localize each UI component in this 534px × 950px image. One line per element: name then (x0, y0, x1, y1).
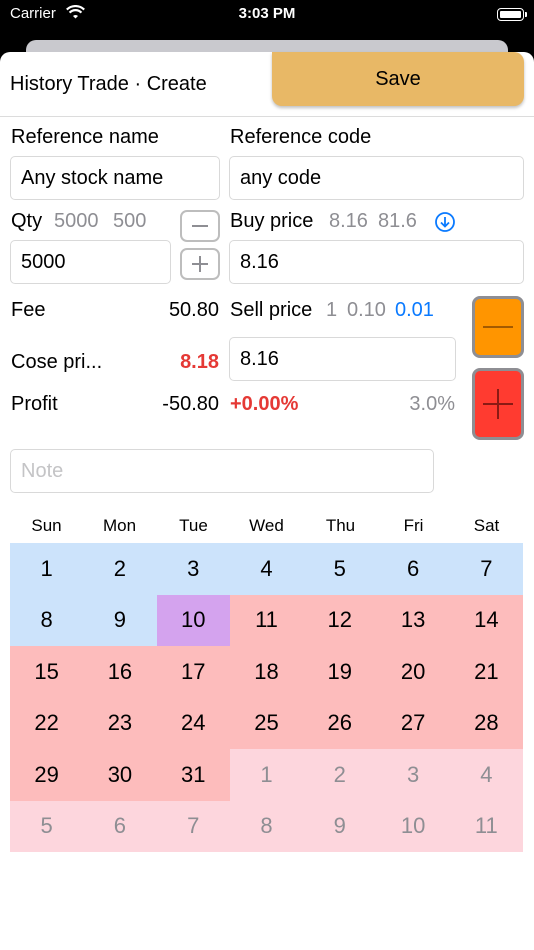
calendar-day-other-month[interactable]: 5 (10, 800, 84, 852)
save-button[interactable]: Save (272, 52, 524, 106)
calendar-day[interactable]: 19 (303, 646, 377, 698)
qty-preset-500[interactable]: 500 (113, 210, 146, 233)
calendar-day[interactable]: 5 (303, 543, 377, 595)
clock: 3:03 PM (238, 5, 296, 22)
calendar-grid: 1 2 3 4 5 6 7 8 9 10 11 12 13 14 15 16 17 18 19 20 21 22 23 24 2… (10, 543, 523, 852)
profit-rate: 3.0% (409, 393, 455, 415)
qty-preset-5000[interactable]: 5000 (54, 210, 99, 233)
sell-step-1[interactable]: 1 (326, 299, 337, 322)
plus-icon (483, 389, 513, 419)
plus-icon (192, 256, 208, 272)
calendar-day[interactable]: 21 (449, 646, 523, 698)
calendar-day[interactable]: 24 (156, 697, 230, 749)
calendar-day[interactable]: 20 (376, 646, 450, 698)
calendar-day-selected[interactable]: 10 (156, 594, 230, 646)
profit-label: Profit (11, 393, 58, 415)
buy-price-preset-2[interactable]: 81.6 (378, 210, 417, 233)
calendar-day[interactable]: 23 (83, 697, 157, 749)
buy-price-input[interactable]: 8.16 (229, 240, 524, 284)
calendar-day[interactable]: 31 (156, 749, 230, 801)
calendar-day-other-month[interactable]: 4 (449, 749, 523, 801)
qty-increment-button[interactable] (180, 248, 220, 280)
reference-name-input[interactable]: Any stock name (10, 156, 220, 200)
calendar-day[interactable]: 13 (376, 594, 450, 646)
calendar-day-other-month[interactable]: 1 (229, 749, 304, 801)
reference-code-label: Reference code (230, 126, 372, 148)
calendar-day-other-month[interactable]: 11 (449, 800, 523, 852)
sell-price-decrease-button[interactable] (472, 296, 524, 358)
calendar-day-other-month[interactable]: 3 (376, 749, 450, 801)
sell-price-label: Sell price (230, 299, 313, 321)
calendar-day[interactable]: 7 (449, 543, 523, 595)
qty-decrement-button[interactable] (180, 210, 220, 242)
calendar-day[interactable]: 28 (449, 697, 523, 749)
calendar-day[interactable]: 3 (156, 543, 230, 595)
close-price-label: Cose pri... (11, 351, 103, 373)
calendar-day[interactable]: 11 (229, 594, 304, 646)
minus-icon (192, 225, 208, 227)
calendar-day-other-month[interactable]: 8 (229, 800, 304, 852)
calendar-day[interactable]: 17 (156, 646, 230, 698)
calendar-day-other-month[interactable]: 9 (303, 800, 377, 852)
weekday-fri: Fri (403, 516, 424, 535)
calendar-day[interactable]: 4 (229, 543, 304, 595)
weekday-sun: Sun (31, 516, 62, 535)
sell-price-increase-button[interactable] (472, 368, 524, 440)
calendar-day[interactable]: 1 (10, 543, 84, 595)
calendar-day[interactable]: 9 (83, 594, 157, 646)
calendar-day-other-month[interactable]: 7 (156, 800, 230, 852)
qty-label: Qty (11, 210, 43, 232)
calendar-day[interactable]: 18 (229, 646, 304, 698)
calendar-day[interactable]: 25 (229, 697, 304, 749)
calendar-day[interactable]: 6 (376, 543, 450, 595)
profit-value: -50.80 (162, 393, 219, 415)
sell-step-0-10[interactable]: 0.10 (347, 299, 386, 322)
reference-code-input[interactable]: any code (229, 156, 524, 200)
calendar-day[interactable]: 14 (449, 594, 523, 646)
weekday-thu: Thu (325, 516, 356, 535)
calendar-day[interactable]: 12 (303, 594, 377, 646)
note-input[interactable]: Note (10, 449, 434, 493)
calendar-day[interactable]: 30 (83, 749, 157, 801)
page-title: History Trade · Create (10, 73, 207, 95)
header-divider (0, 116, 534, 117)
fee-label: Fee (11, 299, 46, 321)
status-bar: Carrier 3:03 PM (0, 0, 534, 30)
calendar-day[interactable]: 2 (83, 543, 157, 595)
weekday-tue: Tue (179, 516, 208, 535)
weekday-mon: Mon (102, 516, 137, 535)
calendar-day[interactable]: 15 (10, 646, 84, 698)
calendar-day[interactable]: 29 (10, 749, 84, 801)
calendar-day[interactable]: 16 (83, 646, 157, 698)
sell-step-0-01[interactable]: 0.01 (395, 299, 434, 322)
battery-icon (497, 8, 527, 21)
qty-input[interactable]: 5000 (10, 240, 171, 284)
fee-value: 50.80 (168, 299, 219, 321)
calendar-day-other-month[interactable]: 6 (83, 800, 157, 852)
weekday-wed: Wed (249, 516, 284, 535)
weekday-sat: Sat (473, 516, 500, 535)
buy-price-preset-1[interactable]: 8.16 (329, 210, 368, 233)
reference-name-label: Reference name (11, 126, 159, 148)
calendar-day[interactable]: 8 (10, 594, 84, 646)
minus-icon (483, 326, 513, 328)
calendar-day-other-month[interactable]: 2 (303, 749, 377, 801)
calendar-day[interactable]: 26 (303, 697, 377, 749)
close-price-value: 8.18 (180, 351, 219, 373)
profit-percent: +0.00% (230, 393, 299, 415)
calendar-day[interactable]: 27 (376, 697, 450, 749)
calendar-day[interactable]: 22 (10, 697, 84, 749)
buy-price-label: Buy price (230, 210, 314, 232)
arrow-down-circle-icon[interactable] (434, 211, 456, 238)
sell-price-input[interactable]: 8.16 (229, 337, 456, 381)
calendar-day-other-month[interactable]: 10 (376, 800, 450, 852)
